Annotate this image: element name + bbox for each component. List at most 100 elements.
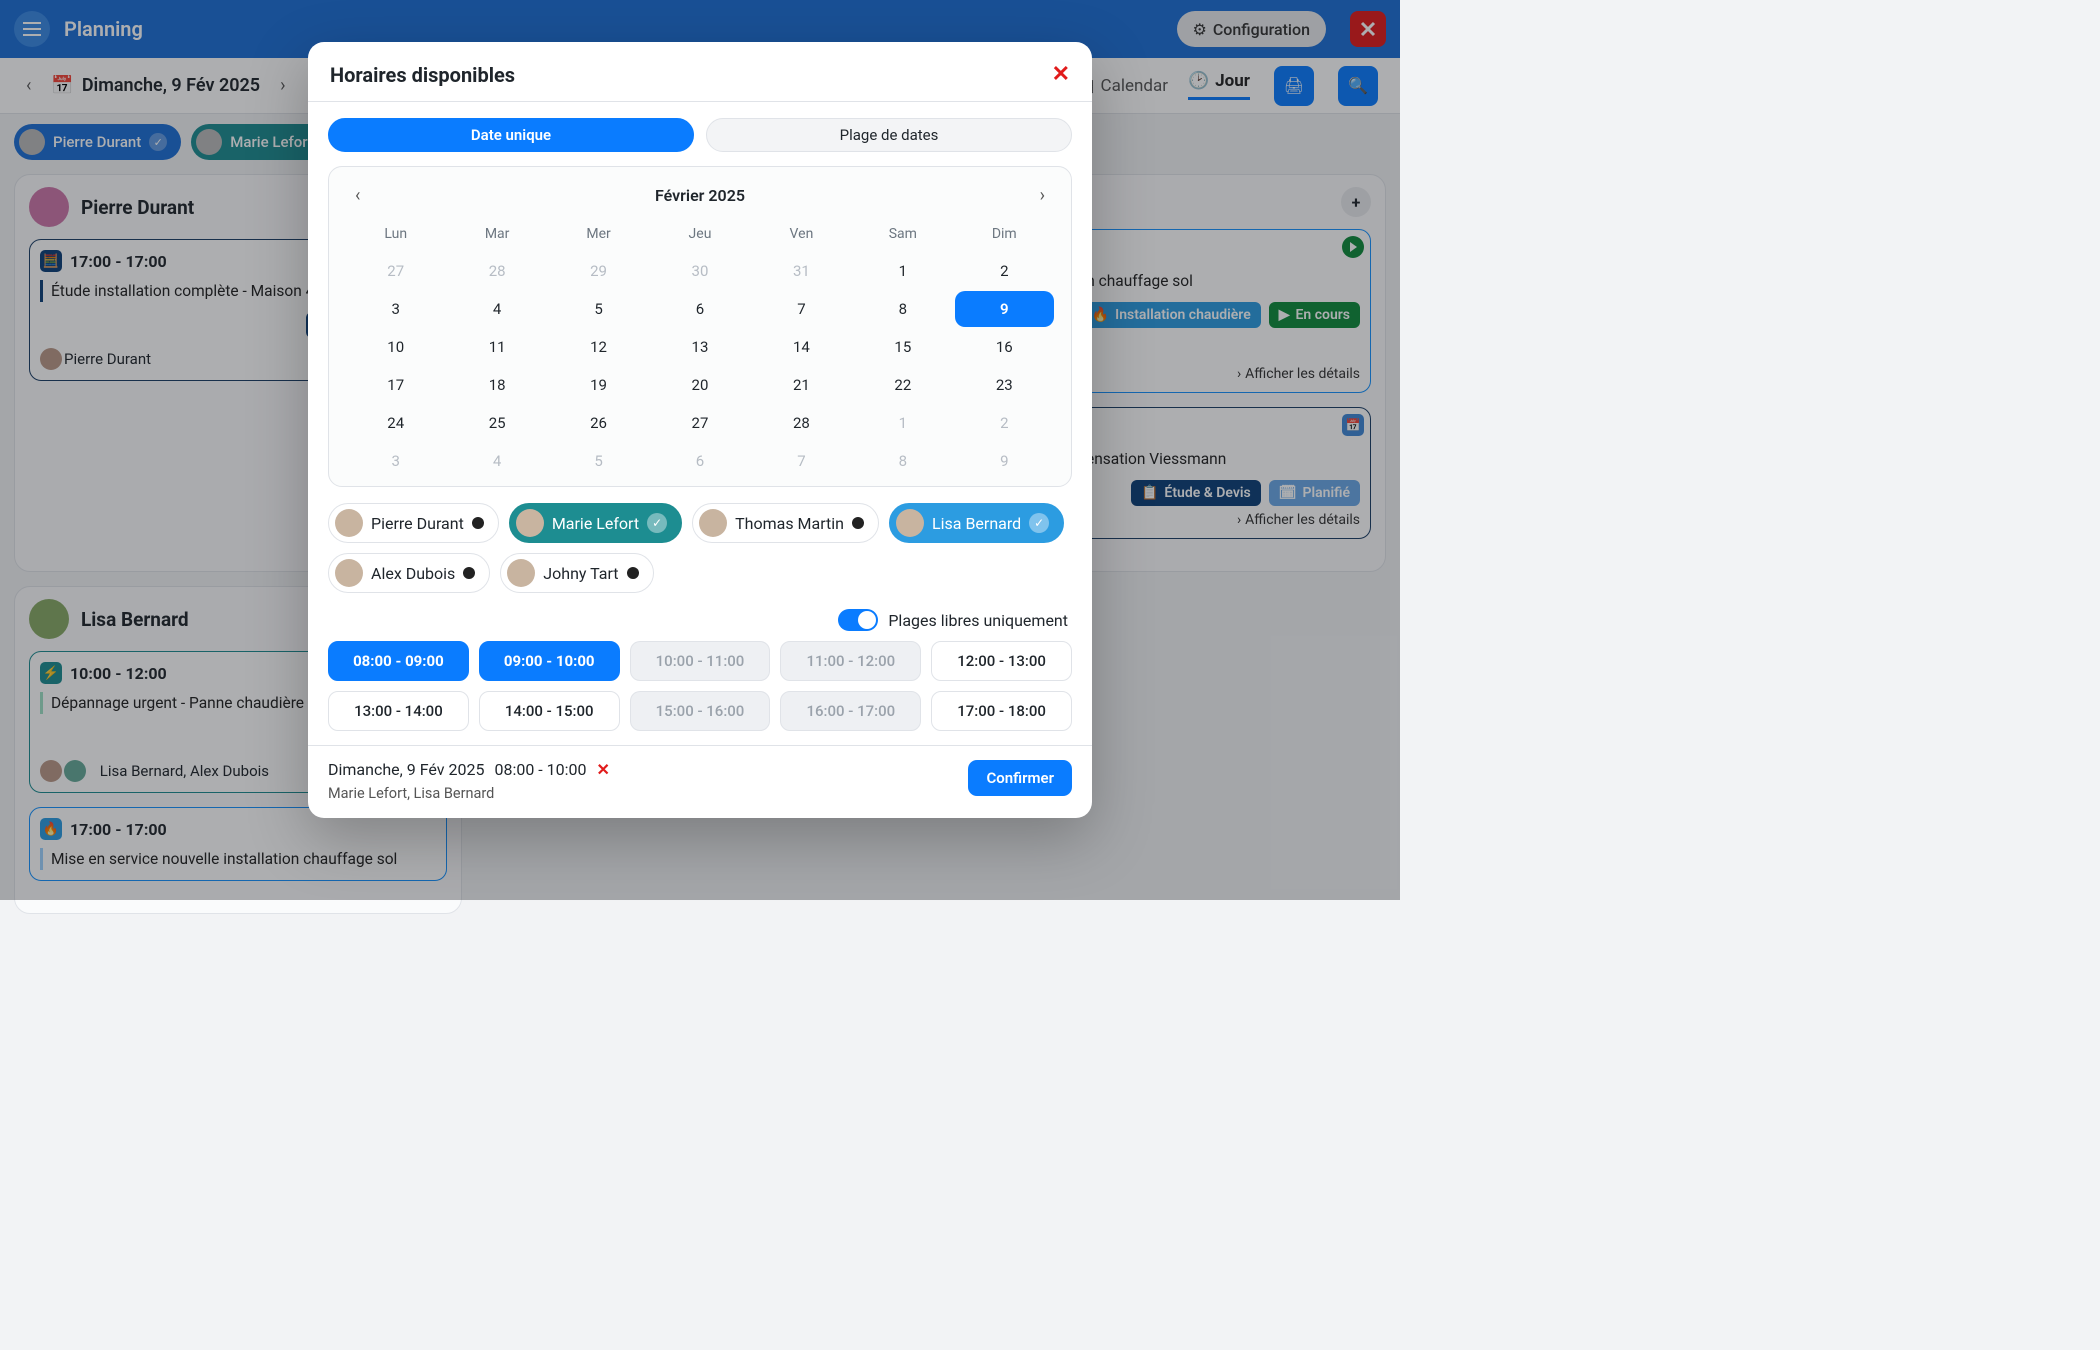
check-icon: ✓ [1029, 513, 1049, 533]
time-slot: 10:00 - 11:00 [630, 641, 771, 681]
avatar [335, 509, 363, 537]
calendar-day[interactable]: 12 [549, 329, 648, 365]
modal-title: Horaires disponibles [330, 63, 515, 87]
calendar-day: 5 [549, 443, 648, 479]
tech-name: Johny Tart [543, 564, 618, 583]
calendar-day[interactable]: 4 [447, 291, 546, 327]
time-slot: 15:00 - 16:00 [630, 691, 771, 731]
modal-close-icon[interactable]: ✕ [1052, 62, 1070, 87]
calendar-day: 28 [447, 253, 546, 289]
calendar-day[interactable]: 24 [346, 405, 445, 441]
calendar-day[interactable]: 2 [955, 253, 1054, 289]
calendar-day: 9 [955, 443, 1054, 479]
avatar [516, 509, 544, 537]
calendar-day[interactable]: 7 [752, 291, 851, 327]
time-slot[interactable]: 09:00 - 10:00 [479, 641, 620, 681]
calendar-month: Février 2025 [655, 186, 745, 205]
technician-picker: Pierre Durant Marie Lefort✓ Thomas Martin L… [308, 487, 1092, 599]
calendar-day: 1 [853, 405, 952, 441]
calendar-day[interactable]: 17 [346, 367, 445, 403]
calendar-day: 27 [346, 253, 445, 289]
calendar-day: 6 [650, 443, 749, 479]
tech-chip[interactable]: Alex Dubois [328, 553, 490, 593]
time-slot[interactable]: 14:00 - 15:00 [479, 691, 620, 731]
calendar-day[interactable]: 8 [853, 291, 952, 327]
selection-summary: Dimanche, 9 Fév 2025 08:00 - 10:00 ✕ Mar… [328, 760, 610, 802]
calendar-day: 30 [650, 253, 749, 289]
calendar-day[interactable]: 22 [853, 367, 952, 403]
tech-name: Thomas Martin [735, 514, 844, 533]
clear-selection-icon[interactable]: ✕ [597, 760, 610, 779]
calendar-day[interactable]: 15 [853, 329, 952, 365]
calendar-day[interactable]: 10 [346, 329, 445, 365]
calendar-day[interactable]: 6 [650, 291, 749, 327]
next-month-button[interactable]: › [1036, 181, 1049, 210]
calendar-picker: ‹ Février 2025 › LunMarMerJeuVenSamDim 2… [328, 166, 1072, 487]
status-dot [627, 567, 639, 579]
tech-chip[interactable]: Pierre Durant [328, 503, 499, 543]
date-mode-segment: Date unique Plage de dates [308, 102, 1092, 162]
calendar-day[interactable]: 26 [549, 405, 648, 441]
segment-date-range[interactable]: Plage de dates [706, 118, 1072, 152]
calendar-dow: Lun [345, 220, 446, 252]
calendar-day: 8 [853, 443, 952, 479]
calendar-day: 4 [447, 443, 546, 479]
calendar-dow: Sam [852, 220, 953, 252]
calendar-day[interactable]: 18 [447, 367, 546, 403]
time-slot-grid: 08:00 - 09:0009:00 - 10:0010:00 - 11:001… [308, 641, 1092, 745]
summary-people: Marie Lefort, Lisa Bernard [328, 785, 610, 802]
calendar-day[interactable]: 25 [447, 405, 546, 441]
time-slot[interactable]: 08:00 - 09:00 [328, 641, 469, 681]
calendar-day: 7 [752, 443, 851, 479]
calendar-day: 2 [955, 405, 1054, 441]
calendar-day[interactable]: 1 [853, 253, 952, 289]
calendar-day[interactable]: 9 [955, 291, 1054, 327]
tech-chip[interactable]: Lisa Bernard ✓ [889, 503, 1064, 543]
calendar-dow: Mar [446, 220, 547, 252]
calendar-dow: Ven [751, 220, 852, 252]
calendar-day: 31 [752, 253, 851, 289]
tech-name: Lisa Bernard [932, 514, 1021, 533]
status-dot [472, 517, 484, 529]
calendar-day[interactable]: 3 [346, 291, 445, 327]
time-slot[interactable]: 12:00 - 13:00 [931, 641, 1072, 681]
time-slot[interactable]: 13:00 - 14:00 [328, 691, 469, 731]
avatar [699, 509, 727, 537]
avatar [507, 559, 535, 587]
calendar-day[interactable]: 13 [650, 329, 749, 365]
calendar-day[interactable]: 28 [752, 405, 851, 441]
status-dot [463, 567, 475, 579]
calendar-day[interactable]: 19 [549, 367, 648, 403]
calendar-day[interactable]: 23 [955, 367, 1054, 403]
calendar-day: 29 [549, 253, 648, 289]
calendar-day: 3 [346, 443, 445, 479]
tech-chip[interactable]: Johny Tart [500, 553, 653, 593]
prev-month-button[interactable]: ‹ [351, 181, 364, 210]
status-dot [852, 517, 864, 529]
calendar-dow-row: LunMarMerJeuVenSamDim [345, 220, 1055, 252]
calendar-day[interactable]: 20 [650, 367, 749, 403]
calendar-day[interactable]: 14 [752, 329, 851, 365]
tech-name: Pierre Durant [371, 514, 464, 533]
avatar [335, 559, 363, 587]
tech-chip[interactable]: Marie Lefort✓ [509, 503, 682, 543]
calendar-dow: Mer [548, 220, 649, 252]
segment-single-date[interactable]: Date unique [328, 118, 694, 152]
free-only-toggle-row: Plages libres uniquement [308, 599, 1092, 641]
free-only-label: Plages libres uniquement [888, 611, 1068, 630]
calendar-day[interactable]: 5 [549, 291, 648, 327]
summary-time: 08:00 - 10:00 [494, 760, 586, 779]
check-icon: ✓ [647, 513, 667, 533]
time-slot: 11:00 - 12:00 [780, 641, 921, 681]
calendar-day[interactable]: 11 [447, 329, 546, 365]
calendar-day[interactable]: 27 [650, 405, 749, 441]
calendar-day[interactable]: 16 [955, 329, 1054, 365]
calendar-dow: Dim [954, 220, 1055, 252]
time-slot[interactable]: 17:00 - 18:00 [931, 691, 1072, 731]
confirm-button[interactable]: Confirmer [968, 760, 1072, 796]
calendar-day[interactable]: 21 [752, 367, 851, 403]
tech-chip[interactable]: Thomas Martin [692, 503, 879, 543]
time-slot: 16:00 - 17:00 [780, 691, 921, 731]
free-only-toggle[interactable] [838, 609, 878, 631]
availability-modal: Horaires disponibles ✕ Date unique Plage… [308, 42, 1092, 818]
